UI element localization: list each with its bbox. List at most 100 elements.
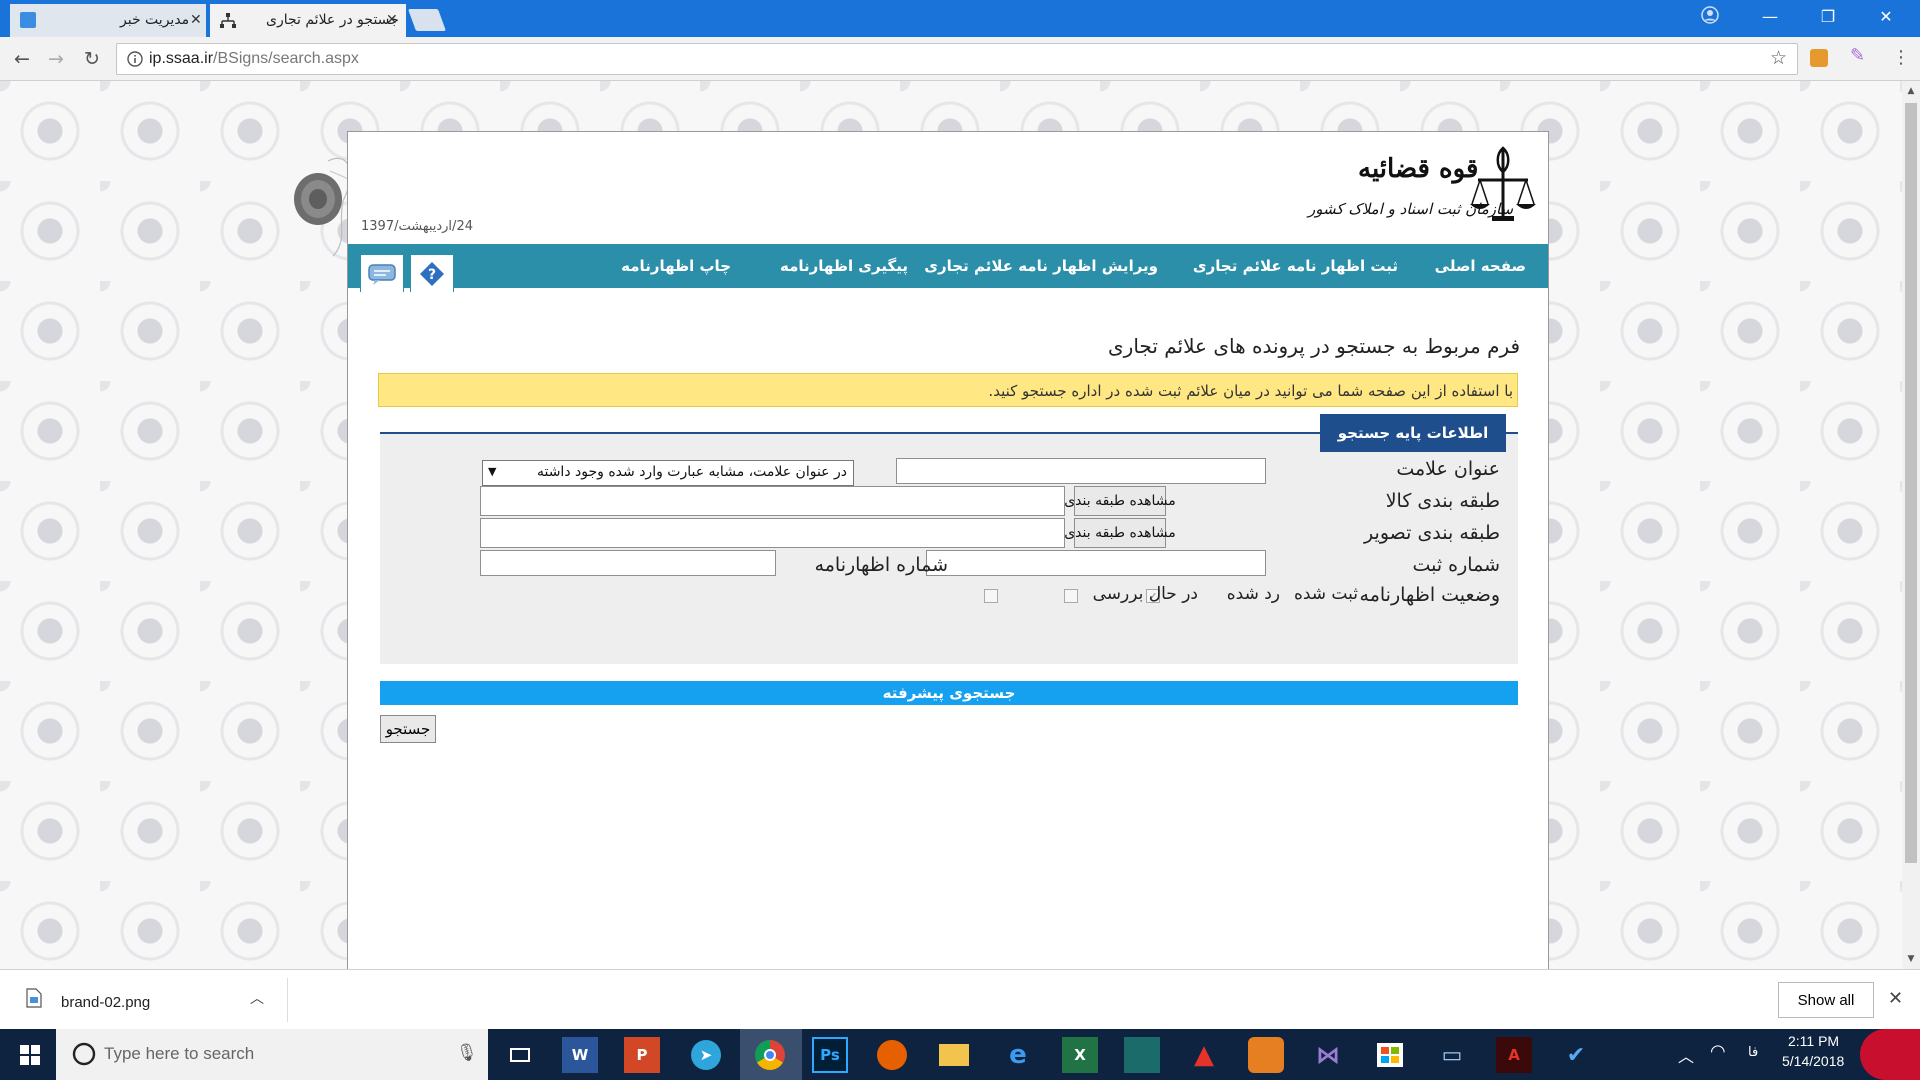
extension-icon[interactable] <box>1810 49 1828 67</box>
trademark-title-label: عنوان علامت <box>1396 458 1500 480</box>
browser-titlebar: مدیریت خبر ✕ جستجو در علائم تجاری ✕ — ❐ … <box>0 0 1920 37</box>
page-scrollbar[interactable]: ▲ ▼ <box>1902 81 1920 969</box>
status-under-review-label: در حال بررسی <box>1092 584 1198 604</box>
acrobat-reader-icon[interactable]: A <box>1496 1037 1532 1073</box>
app-icon[interactable]: ✔ <box>1558 1037 1594 1073</box>
clock-date[interactable]: 5/14/2018 <box>1782 1053 1844 1069</box>
help-icon: ? <box>420 261 444 286</box>
status-registered-label: ثبت شده <box>1293 584 1358 604</box>
tab-news-management[interactable]: مدیریت خبر ✕ <box>10 4 206 37</box>
clock-time[interactable]: 2:11 PM <box>1788 1033 1839 1049</box>
svg-text:?: ? <box>428 267 436 283</box>
info-icon <box>127 51 143 67</box>
declaration-status-label: وضعیت اظهارنامه <box>1359 584 1500 606</box>
image-class-input[interactable] <box>480 518 1065 548</box>
forward-button[interactable]: → <box>44 47 68 71</box>
word-icon[interactable]: W <box>562 1037 598 1073</box>
language-indicator[interactable]: فا <box>1748 1045 1758 1060</box>
address-bar[interactable]: ip.ssaa.ir/BSigns/search.aspx ☆ <box>116 43 1798 75</box>
bookmark-star-icon[interactable]: ☆ <box>1770 47 1787 69</box>
close-icon[interactable]: ✕ <box>1888 988 1903 1009</box>
tab-favicon-icon <box>20 12 36 28</box>
close-icon[interactable]: ✕ <box>386 12 398 28</box>
microphone-icon[interactable]: 🎙 <box>456 1043 478 1063</box>
menu-item-home[interactable]: صفحه اصلی <box>1435 244 1526 288</box>
download-filename[interactable]: brand-02.png <box>61 994 150 1011</box>
scroll-down-icon[interactable]: ▼ <box>1902 951 1920 967</box>
show-all-button[interactable]: Show all <box>1778 982 1874 1018</box>
main-container: 24/اردیبهشت/1397 قوه قضائیه سازمان ثبت ا… <box>347 131 1549 969</box>
restore-button[interactable]: ❐ <box>1800 0 1856 32</box>
logo-title: قوه قضائیه <box>1358 154 1479 184</box>
trademark-title-input[interactable] <box>896 458 1266 484</box>
page-viewport: 24/اردیبهشت/1397 قوه قضائیه سازمان ثبت ا… <box>0 81 1902 969</box>
reload-button[interactable]: ↻ <box>80 47 104 71</box>
search-button[interactable]: جستجو <box>380 715 436 743</box>
app-icon[interactable]: ▭ <box>1434 1037 1470 1073</box>
chrome-menu-icon[interactable]: ⋮ <box>1892 47 1910 68</box>
scroll-up-icon[interactable]: ▲ <box>1902 83 1920 99</box>
menu-item-print-declaration[interactable]: چاپ اظهارنامه <box>621 244 731 288</box>
profile-icon[interactable] <box>1701 6 1719 24</box>
task-view-icon[interactable] <box>502 1037 538 1073</box>
new-tab-button[interactable] <box>407 9 447 31</box>
advanced-search-toggle[interactable]: جستجوی پیشرفته <box>380 681 1518 705</box>
registration-number-input[interactable] <box>926 550 1266 576</box>
app-icon[interactable] <box>1248 1037 1284 1073</box>
tab-trademark-search[interactable]: جستجو در علائم تجاری ✕ <box>210 4 406 37</box>
current-date: 24/اردیبهشت/1397 <box>361 219 473 234</box>
goods-class-input[interactable] <box>480 486 1065 516</box>
photoshop-icon[interactable]: Ps <box>812 1037 848 1073</box>
chrome-icon[interactable] <box>752 1037 788 1073</box>
firefox-icon[interactable] <box>874 1037 910 1073</box>
visual-studio-icon[interactable]: ⋈ <box>1310 1037 1346 1073</box>
status-under-review-checkbox[interactable] <box>984 589 998 603</box>
powerpoint-icon[interactable]: P <box>624 1037 660 1073</box>
store-icon[interactable] <box>1372 1037 1408 1073</box>
menu-item-edit-declaration[interactable]: ویرایش اظهار نامه علائم تجاری <box>924 244 1158 288</box>
minimize-button[interactable]: — <box>1742 0 1798 32</box>
declaration-number-label: شماره اظهارنامه <box>814 554 948 576</box>
excel-icon[interactable]: X <box>1062 1037 1098 1073</box>
goods-class-label: طبقه بندی کالا <box>1385 490 1500 512</box>
wifi-icon[interactable]: ◠ <box>1710 1041 1726 1062</box>
edge-icon[interactable]: e <box>1000 1037 1036 1073</box>
panel-title: اطلاعات پایه جستجو <box>1320 414 1506 452</box>
back-button[interactable]: ← <box>10 47 34 71</box>
match-mode-select[interactable]: در عنوان علامت، مشابه عبارت وارد شده وجو… <box>482 460 854 486</box>
shelf-divider <box>287 978 288 1022</box>
acrobat-icon[interactable]: ▲ <box>1186 1037 1222 1073</box>
file-icon <box>26 988 42 1008</box>
justice-scales-logo <box>1470 146 1536 221</box>
url-host: ip.ssaa.ir <box>149 50 214 67</box>
chevron-up-icon[interactable]: ︿ <box>1678 1043 1694 1067</box>
form-title: فرم مربوط به جستجو در پرونده های علائم ت… <box>1108 334 1521 358</box>
file-explorer-icon[interactable] <box>936 1037 972 1073</box>
view-goods-class-button[interactable]: مشاهده طبقه بندی <box>1064 486 1176 516</box>
declaration-number-input[interactable] <box>480 550 776 576</box>
menu-item-track-declaration[interactable]: پیگیری اظهارنامه <box>780 244 908 288</box>
match-mode-value: در عنوان علامت، مشابه عبارت وارد شده وجو… <box>536 464 847 480</box>
windows-start-icon[interactable] <box>20 1045 40 1065</box>
extension-pen-icon[interactable]: ✎ <box>1850 45 1865 66</box>
tab-title: مدیریت خبر <box>120 12 190 28</box>
info-notice: با استفاده از این صفحه شما می توانید در … <box>378 373 1518 407</box>
url-text: ip.ssaa.ir/BSigns/search.aspx <box>149 50 359 68</box>
close-icon[interactable]: ✕ <box>190 12 202 28</box>
help-button[interactable]: ? <box>410 254 454 292</box>
view-image-class-button[interactable]: مشاهده طبقه بندی <box>1064 518 1176 548</box>
telegram-icon[interactable]: ➤ <box>688 1037 724 1073</box>
app-icon[interactable] <box>1124 1037 1160 1073</box>
taskbar-search-box[interactable]: Type here to search 🎙 <box>56 1029 488 1080</box>
url-path: /BSigns/search.aspx <box>213 50 359 67</box>
scroll-thumb[interactable] <box>1905 103 1917 863</box>
download-shelf: brand-02.png ︿ Show all ✕ <box>0 969 1920 1029</box>
registration-number-label: شماره ثبت <box>1412 554 1500 576</box>
status-rejected-checkbox[interactable] <box>1064 589 1078 603</box>
notice-text: با استفاده از این صفحه شما می توانید در … <box>988 382 1513 400</box>
chat-button[interactable] <box>360 254 404 292</box>
chevron-up-icon[interactable]: ︿ <box>250 988 264 1008</box>
menu-item-register-declaration[interactable]: ثبت اظهار نامه علائم تجاری <box>1193 244 1398 288</box>
close-window-button[interactable]: ✕ <box>1858 0 1914 32</box>
taskbar-search-placeholder: Type here to search <box>104 1044 255 1063</box>
